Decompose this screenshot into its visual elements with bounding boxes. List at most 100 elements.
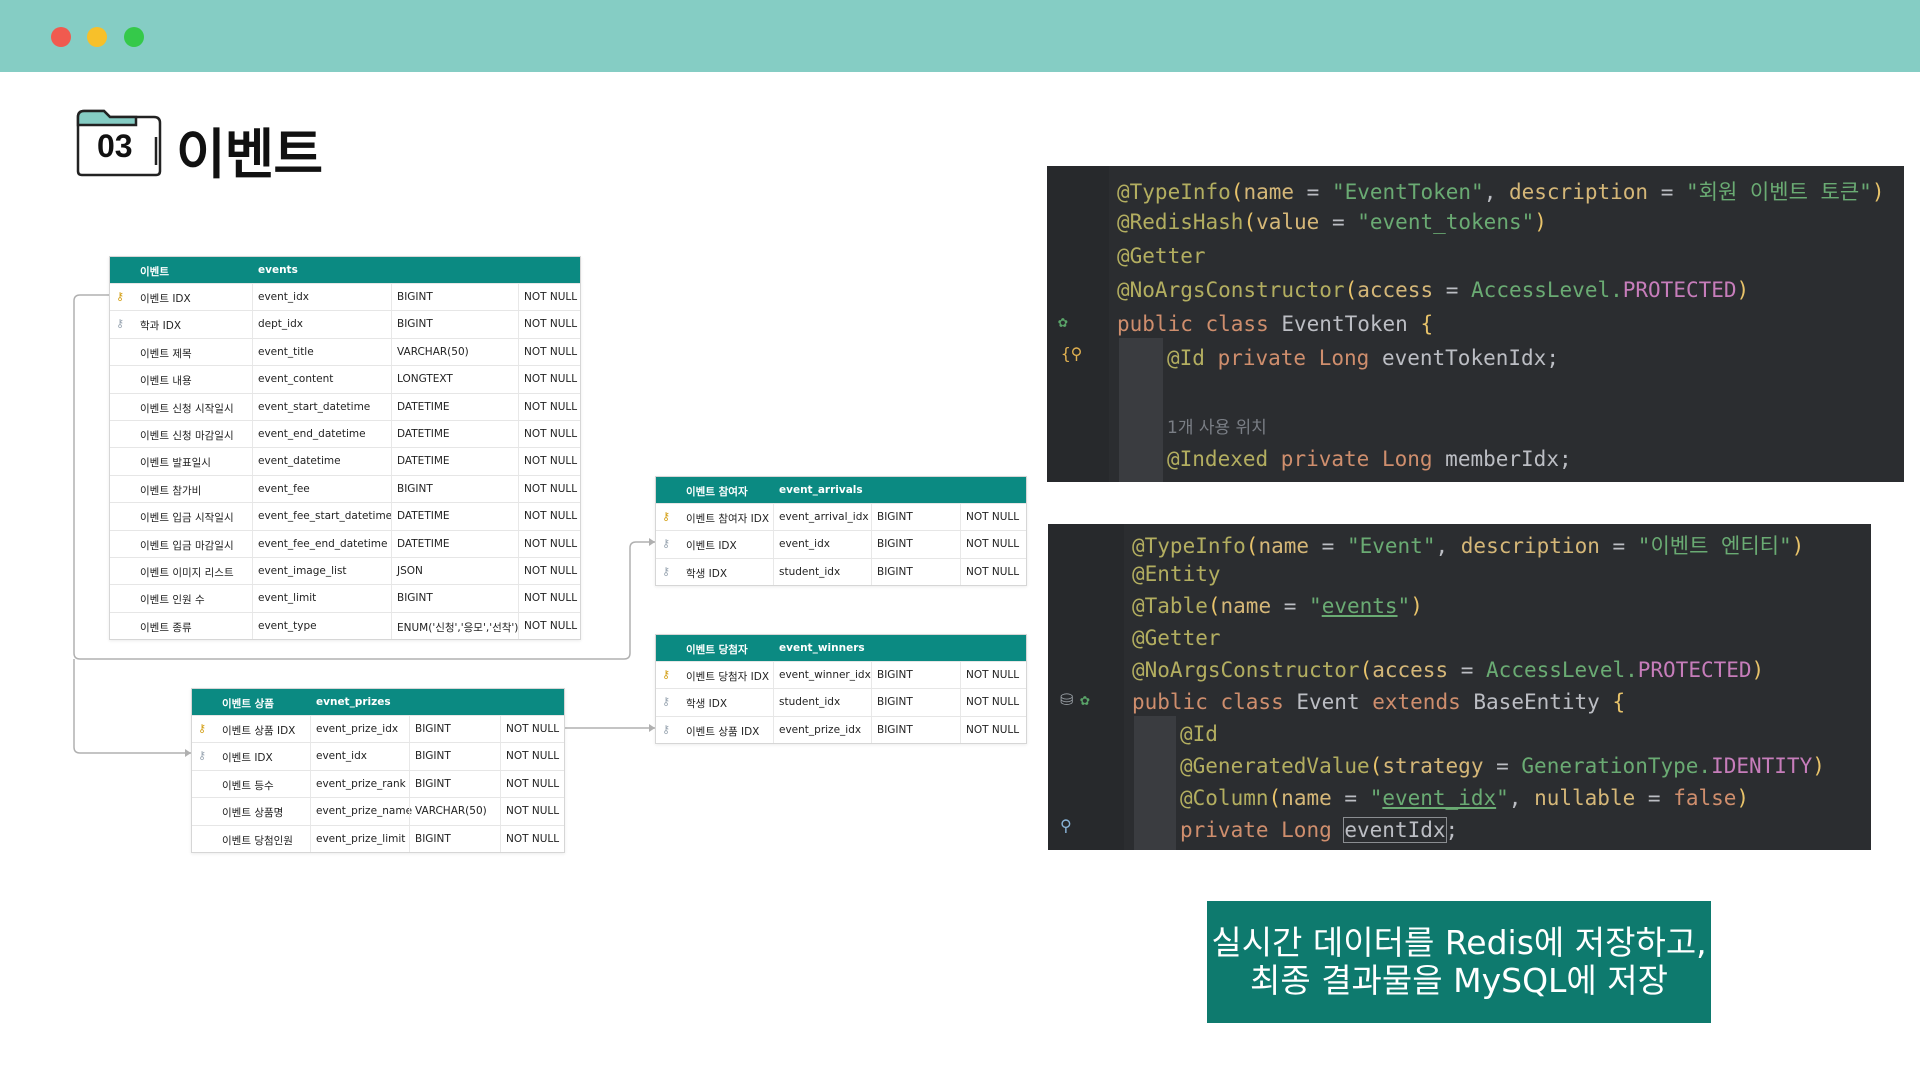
cell-kor: 이벤트 상품 IDX bbox=[686, 725, 760, 738]
cell-type: JSON bbox=[397, 564, 423, 577]
column-divider bbox=[409, 798, 410, 825]
table-row[interactable]: 이벤트 이미지 리스트 event_image_list JSON NOT NULL bbox=[110, 556, 580, 585]
cell-type: BIGINT bbox=[415, 750, 451, 763]
column-divider bbox=[252, 420, 253, 448]
erd-table-events[interactable]: 이벤트 events ⚷ 이벤트 IDX event_idx BIGINT NOT NU… bbox=[109, 256, 581, 641]
table-row[interactable]: ⚷ 이벤트 참여자 IDX event_arrival_idx BIGINT NOT N… bbox=[656, 503, 1026, 531]
table-row[interactable]: ⚷ 이벤트 상품 IDX event_prize_idx BIGINT NOT NULL bbox=[656, 715, 1026, 744]
table-row[interactable]: ⚷ 이벤트 당첨자 IDX event_winner_idx BIGINT NOT NU… bbox=[656, 661, 1026, 689]
cell-null: NOT NULL bbox=[506, 805, 560, 818]
cursor-selection: eventIdx bbox=[1343, 817, 1447, 843]
table-row[interactable]: 이벤트 입금 마감일시 event_fee_end_datetime DATETIM… bbox=[110, 529, 580, 557]
table-row[interactable]: ⚷ 학생 IDX student_idx BIGINT NOT NULL bbox=[656, 688, 1026, 716]
column-divider bbox=[391, 338, 392, 366]
column-divider bbox=[252, 585, 253, 612]
column-divider bbox=[773, 689, 774, 716]
cell-type: VARCHAR(50) bbox=[415, 805, 487, 818]
primary-key-icon: ⚷ bbox=[198, 722, 207, 735]
cell-null: NOT NULL bbox=[524, 345, 578, 358]
code-line: @Column(name = "event_idx", nullable = f… bbox=[1180, 786, 1750, 810]
cell-null: NOT NULL bbox=[524, 373, 578, 386]
column-divider bbox=[252, 612, 253, 640]
cell-null: NOT NULL bbox=[524, 455, 578, 468]
cell-col: event_arrival_idx bbox=[779, 511, 869, 523]
code-line: @RedisHash(value = "event_tokens") bbox=[1117, 210, 1547, 234]
cell-kor: 이벤트 발표일시 bbox=[140, 457, 211, 470]
column-divider bbox=[252, 557, 253, 585]
column-divider bbox=[409, 743, 410, 770]
table-row[interactable]: 이벤트 인원 수 event_limit BIGINT NOT NULL bbox=[110, 584, 580, 612]
table-row[interactable]: 이벤트 당첨인원 event_prize_limit BIGINT NOT NULL bbox=[192, 824, 564, 852]
cell-type: BIGINT bbox=[415, 832, 451, 845]
cell-kor: 이벤트 등수 bbox=[222, 779, 274, 792]
column-divider bbox=[310, 825, 311, 852]
table-row[interactable]: ⚷ 이벤트 상품 IDX event_prize_idx BIGINT NOT NULL bbox=[192, 715, 564, 743]
cell-kor: 이벤트 인원 수 bbox=[140, 594, 205, 607]
cell-col: event_image_list bbox=[258, 564, 347, 577]
cell-col: event_idx bbox=[316, 750, 367, 763]
cell-kor: 이벤트 신청 마감일시 bbox=[140, 429, 234, 442]
column-divider bbox=[252, 311, 253, 338]
cell-type: BIGINT bbox=[877, 565, 913, 578]
column-divider bbox=[500, 743, 501, 770]
column-divider bbox=[310, 770, 311, 798]
table-row[interactable]: 이벤트 입금 시작일시 event_fee_start_datetime DATET… bbox=[110, 502, 580, 530]
table-row[interactable]: 이벤트 신청 시작일시 event_start_datetime DATETIME N… bbox=[110, 392, 580, 420]
column-divider bbox=[518, 585, 519, 612]
table-row[interactable]: 이벤트 등수 event_prize_rank BIGINT NOT NULL bbox=[192, 769, 564, 798]
column-divider bbox=[518, 612, 519, 640]
code-line: @Id private Long eventTokenIdx; bbox=[1167, 346, 1559, 370]
column-divider bbox=[310, 798, 311, 825]
table-row[interactable]: ⚷ 학생 IDX student_idx BIGINT NOT NULL bbox=[656, 557, 1026, 586]
table-row[interactable]: 이벤트 제목 event_title VARCHAR(50) NOT NULL bbox=[110, 337, 580, 366]
code-line: @TypeInfo(name = "EventToken", descripti… bbox=[1117, 180, 1885, 204]
erd-table-event-arrivals[interactable]: 이벤트 참여자 event_arrivals ⚷ 이벤트 참여자 IDX event… bbox=[655, 476, 1027, 587]
table-row[interactable]: ⚷ 이벤트 IDX event_idx BIGINT NOT NULL bbox=[192, 742, 564, 770]
cell-col: student_idx bbox=[779, 696, 841, 709]
code-line: @Entity bbox=[1132, 562, 1221, 586]
cell-kor: 이벤트 당첨인원 bbox=[222, 834, 293, 847]
cell-null: NOT NULL bbox=[966, 511, 1020, 523]
table-label: 이벤트 참여자 bbox=[686, 486, 748, 498]
cell-null: NOT NULL bbox=[966, 696, 1020, 709]
column-divider bbox=[960, 558, 961, 586]
column-divider bbox=[252, 448, 253, 475]
column-divider bbox=[391, 475, 392, 503]
column-divider bbox=[518, 366, 519, 393]
code-line: @NoArgsConstructor(access = AccessLevel.… bbox=[1132, 658, 1765, 682]
table-label: 이벤트 상품 bbox=[222, 698, 274, 710]
cell-null: NOT NULL bbox=[506, 723, 560, 735]
cell-type: LONGTEXT bbox=[397, 373, 453, 386]
table-row[interactable]: 이벤트 참가비 event_fee BIGINT NOT NULL bbox=[110, 474, 580, 503]
table-row[interactable]: 이벤트 종류 event_type ENUM('신청','응모','선착') NOT … bbox=[110, 611, 580, 640]
column-divider bbox=[409, 770, 410, 798]
table-row[interactable]: 이벤트 상품명 event_prize_name VARCHAR(50) NOT NU… bbox=[192, 797, 564, 825]
code-line: public class EventToken { bbox=[1117, 312, 1434, 336]
cell-col: event_end_datetime bbox=[258, 427, 366, 440]
table-row[interactable]: ⚷ 학과 IDX dept_idx BIGINT NOT NULL bbox=[110, 310, 580, 338]
cell-type: DATETIME bbox=[397, 455, 450, 468]
cell-kor: 이벤트 IDX bbox=[140, 293, 191, 305]
cell-type: BIGINT bbox=[415, 723, 451, 735]
erd-table-event-prizes[interactable]: 이벤트 상품 evnet_prizes ⚷ 이벤트 상품 IDX event_pri… bbox=[191, 688, 565, 853]
column-divider bbox=[500, 798, 501, 825]
code-editor-event-token[interactable]: ✿ {⚲ @TypeInfo(name = "EventToken", desc… bbox=[1047, 166, 1904, 482]
column-divider bbox=[252, 475, 253, 503]
cell-col: event_prize_idx bbox=[779, 723, 862, 736]
usage-hint[interactable]: 1개 사용 위치 bbox=[1167, 413, 1267, 438]
table-row[interactable]: ⚷ 이벤트 IDX event_idx BIGINT NOT NULL bbox=[656, 530, 1026, 558]
table-row[interactable]: 이벤트 신청 마감일시 event_end_datetime DATETIME NOT… bbox=[110, 419, 580, 448]
column-divider bbox=[310, 716, 311, 743]
cell-kor: 이벤트 이미지 리스트 bbox=[140, 566, 234, 579]
cell-col: dept_idx bbox=[258, 318, 303, 331]
key-icon: ⚲ bbox=[1060, 816, 1072, 835]
erd-table-event-winners[interactable]: 이벤트 당첨자 event_winners ⚷ 이벤트 당첨자 IDX event_… bbox=[655, 634, 1027, 745]
cell-kor: 이벤트 당첨자 IDX bbox=[686, 671, 770, 683]
cell-col: event_idx bbox=[258, 291, 309, 303]
table-name: event_arrivals bbox=[779, 484, 863, 496]
table-row[interactable]: 이벤트 내용 event_content LONGTEXT NOT NULL bbox=[110, 365, 580, 393]
table-row[interactable]: ⚷ 이벤트 IDX event_idx BIGINT NOT NULL bbox=[110, 283, 580, 311]
table-row[interactable]: 이벤트 발표일시 event_datetime DATETIME NOT NULL bbox=[110, 447, 580, 475]
code-editor-event-entity[interactable]: ⛁ ✿ ⚲ @TypeInfo(name = "Event", descript… bbox=[1048, 524, 1871, 850]
column-divider bbox=[518, 338, 519, 366]
